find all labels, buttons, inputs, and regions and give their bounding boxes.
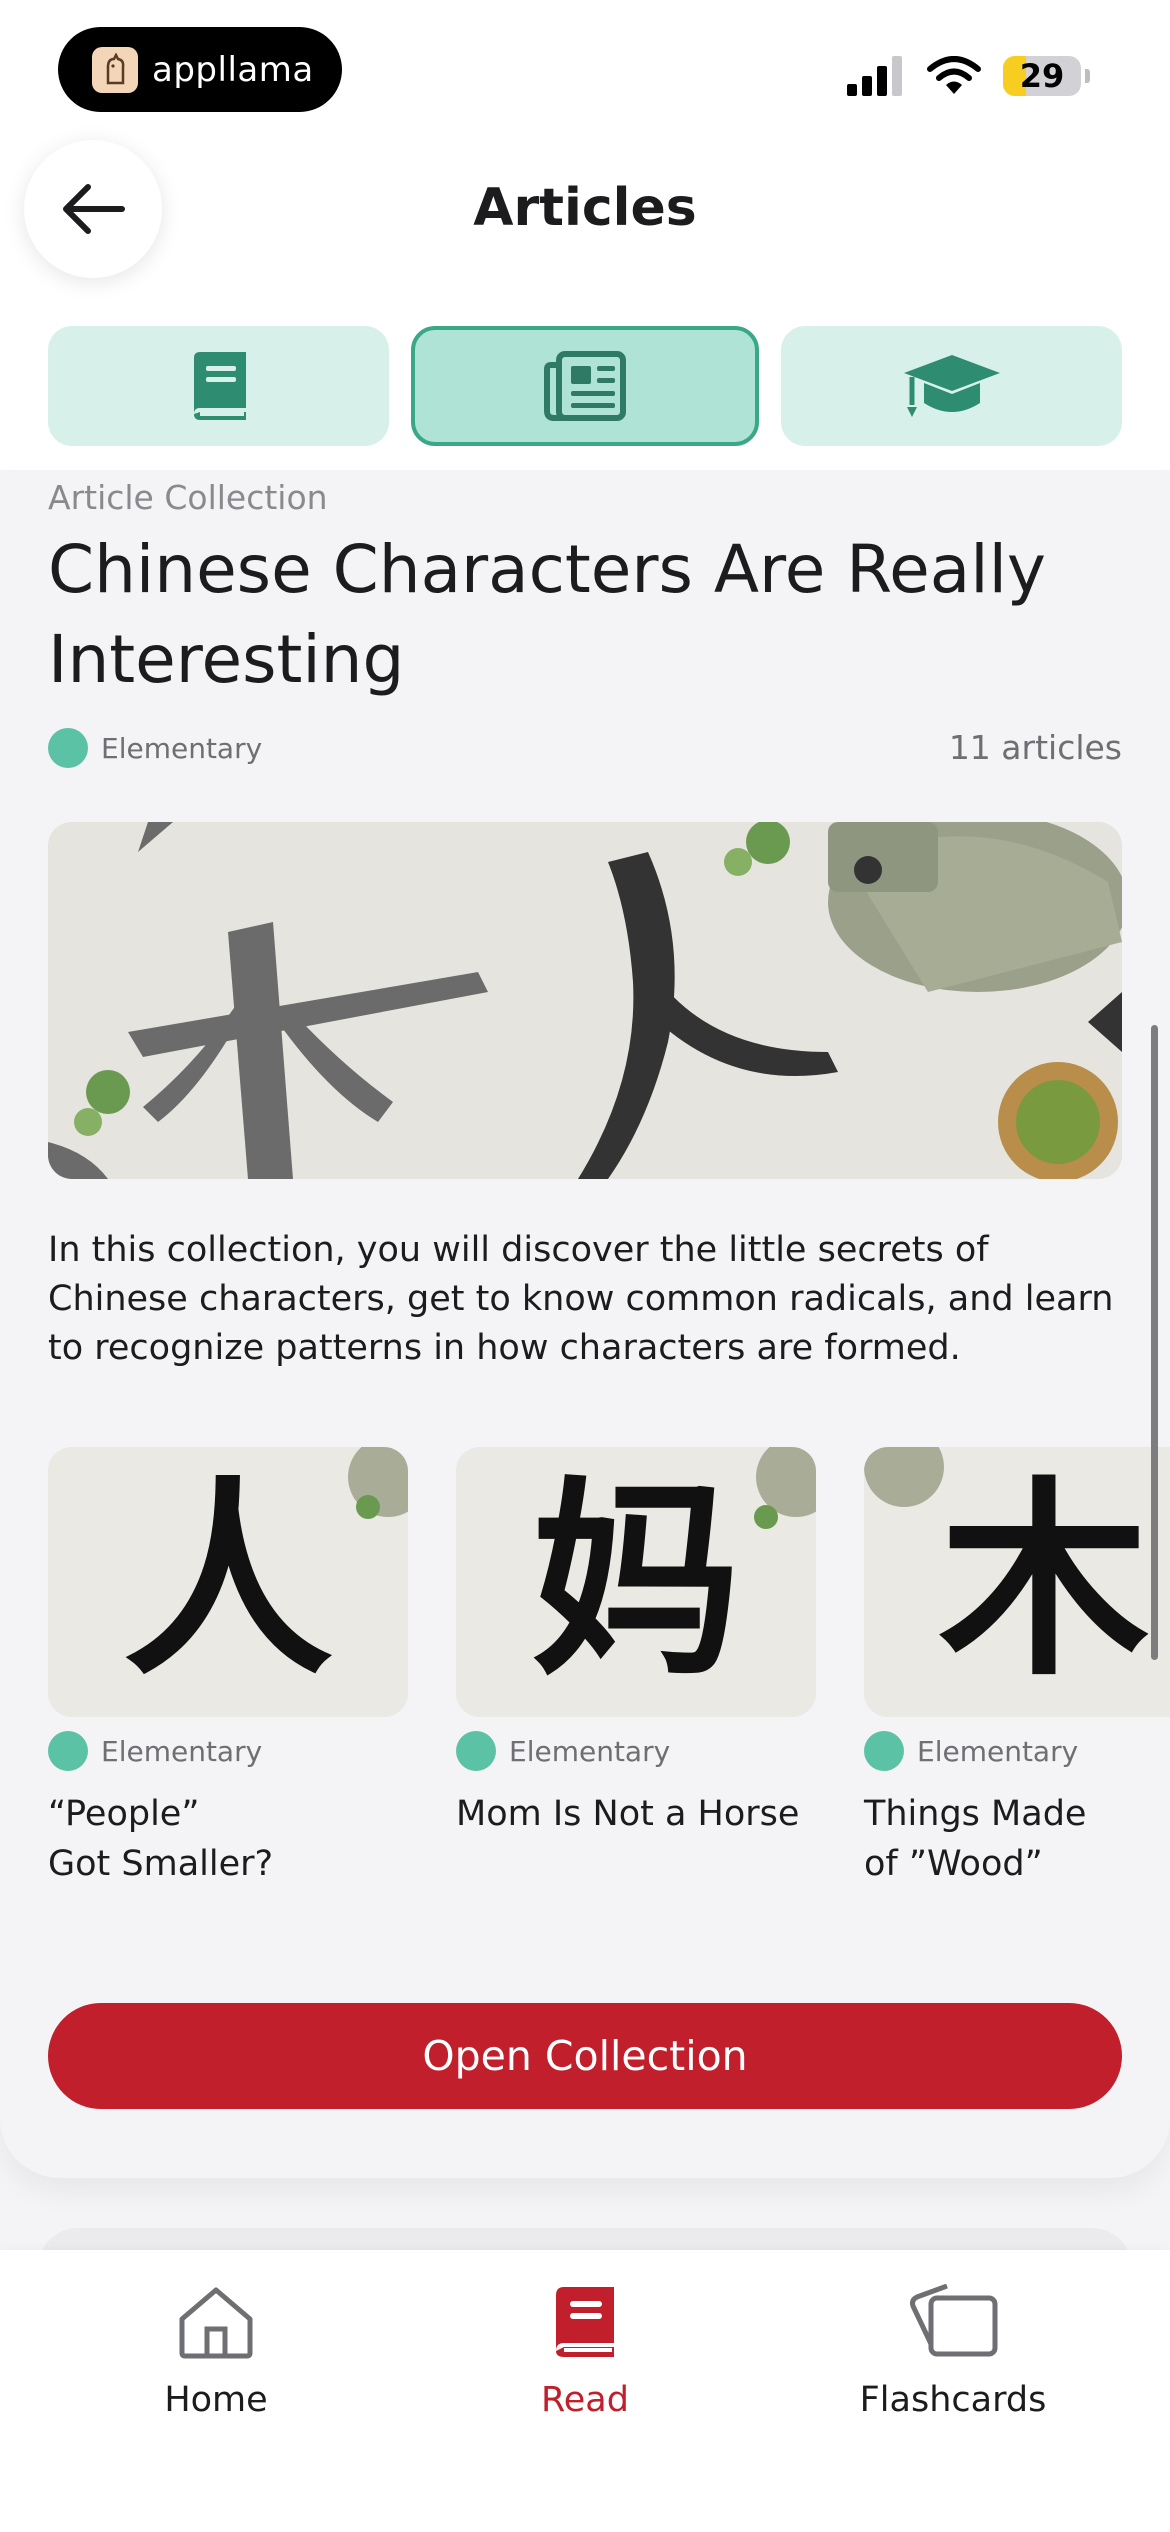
battery-level-text: 29 [1019, 57, 1065, 95]
bottom-nav: Home Read Flashcards [0, 2250, 1170, 2532]
article-title: Things Made of ”Wood” [864, 1794, 1087, 1884]
collection-description: In this collection, you will discover th… [48, 1230, 1114, 1368]
article-thumbnail: 木 [864, 1447, 1170, 1717]
article-level: Elementary [456, 1731, 816, 1771]
article-card[interactable]: 木 Elementary Things Made of ”Wood” [864, 1447, 1170, 1887]
level-dot-icon [456, 1731, 496, 1771]
graduation-cap-icon [903, 355, 1000, 417]
nav-home[interactable]: Home [86, 2282, 346, 2420]
article-level: Elementary [864, 1731, 1170, 1771]
book-icon [194, 352, 247, 420]
level-dot-icon [48, 728, 88, 768]
collection-label: Article Collection [48, 478, 328, 517]
app-name: appllama [152, 49, 314, 90]
collection-title: Chinese Characters Are Really Interestin… [48, 531, 1046, 698]
app-indicator-pill[interactable]: appllama [58, 27, 342, 112]
article-card[interactable]: 人 Elementary “People” Got Smaller? [48, 1447, 408, 1887]
home-icon [179, 2287, 253, 2359]
article-character: 人 [122, 1459, 333, 1704]
article-title: “People” Got Smaller? [48, 1794, 274, 1884]
page-title: Articles [473, 178, 697, 238]
collection-level: Elementary [48, 728, 262, 768]
status-icons: 29 [847, 48, 1090, 104]
llama-logo-icon [92, 46, 138, 93]
nav-read[interactable]: Read [455, 2282, 715, 2420]
battery-indicator: 29 [1003, 56, 1081, 96]
hero-illustration [48, 822, 1122, 1179]
level-dot-icon [48, 1731, 88, 1771]
nav-label: Flashcards [859, 2380, 1047, 2420]
nav-label: Home [164, 2380, 268, 2420]
level-dot-icon [864, 1731, 904, 1771]
scrollbar[interactable] [1151, 1025, 1158, 1660]
level-label: Elementary [509, 1734, 671, 1768]
article-carousel[interactable]: 人 Elementary “People” Got Smaller? 妈 Ele… [48, 1447, 1170, 1887]
nav-label: Read [541, 2380, 629, 2420]
open-collection-button[interactable]: Open Collection [48, 2003, 1122, 2109]
article-count: 11 articles [948, 728, 1122, 767]
level-label: Elementary [917, 1734, 1079, 1768]
article-character: 妈 [530, 1459, 741, 1704]
level-label: Elementary [101, 1734, 263, 1768]
book-icon [556, 2287, 614, 2357]
content-type-tabs [48, 326, 1123, 446]
battery-cap [1085, 69, 1090, 83]
level-label: Elementary [101, 731, 263, 765]
nav-flashcards[interactable]: Flashcards [823, 2282, 1083, 2420]
tab-books[interactable] [48, 326, 389, 446]
article-level: Elementary [48, 1731, 408, 1771]
cellular-signal-icon [847, 56, 902, 96]
tab-articles[interactable] [410, 326, 760, 446]
tab-courses[interactable] [781, 326, 1123, 446]
article-thumbnail: 妈 [456, 1447, 816, 1717]
article-thumbnail: 人 [48, 1447, 408, 1717]
article-character: 木 [938, 1459, 1149, 1704]
article-title: Mom Is Not a Horse [456, 1794, 800, 1834]
collection-hero-image[interactable] [48, 822, 1122, 1179]
newspaper-icon [544, 351, 626, 421]
article-card[interactable]: 妈 Elementary Mom Is Not a Horse [456, 1447, 816, 1839]
flashcards-icon [910, 2284, 998, 2357]
wifi-icon [927, 56, 981, 94]
